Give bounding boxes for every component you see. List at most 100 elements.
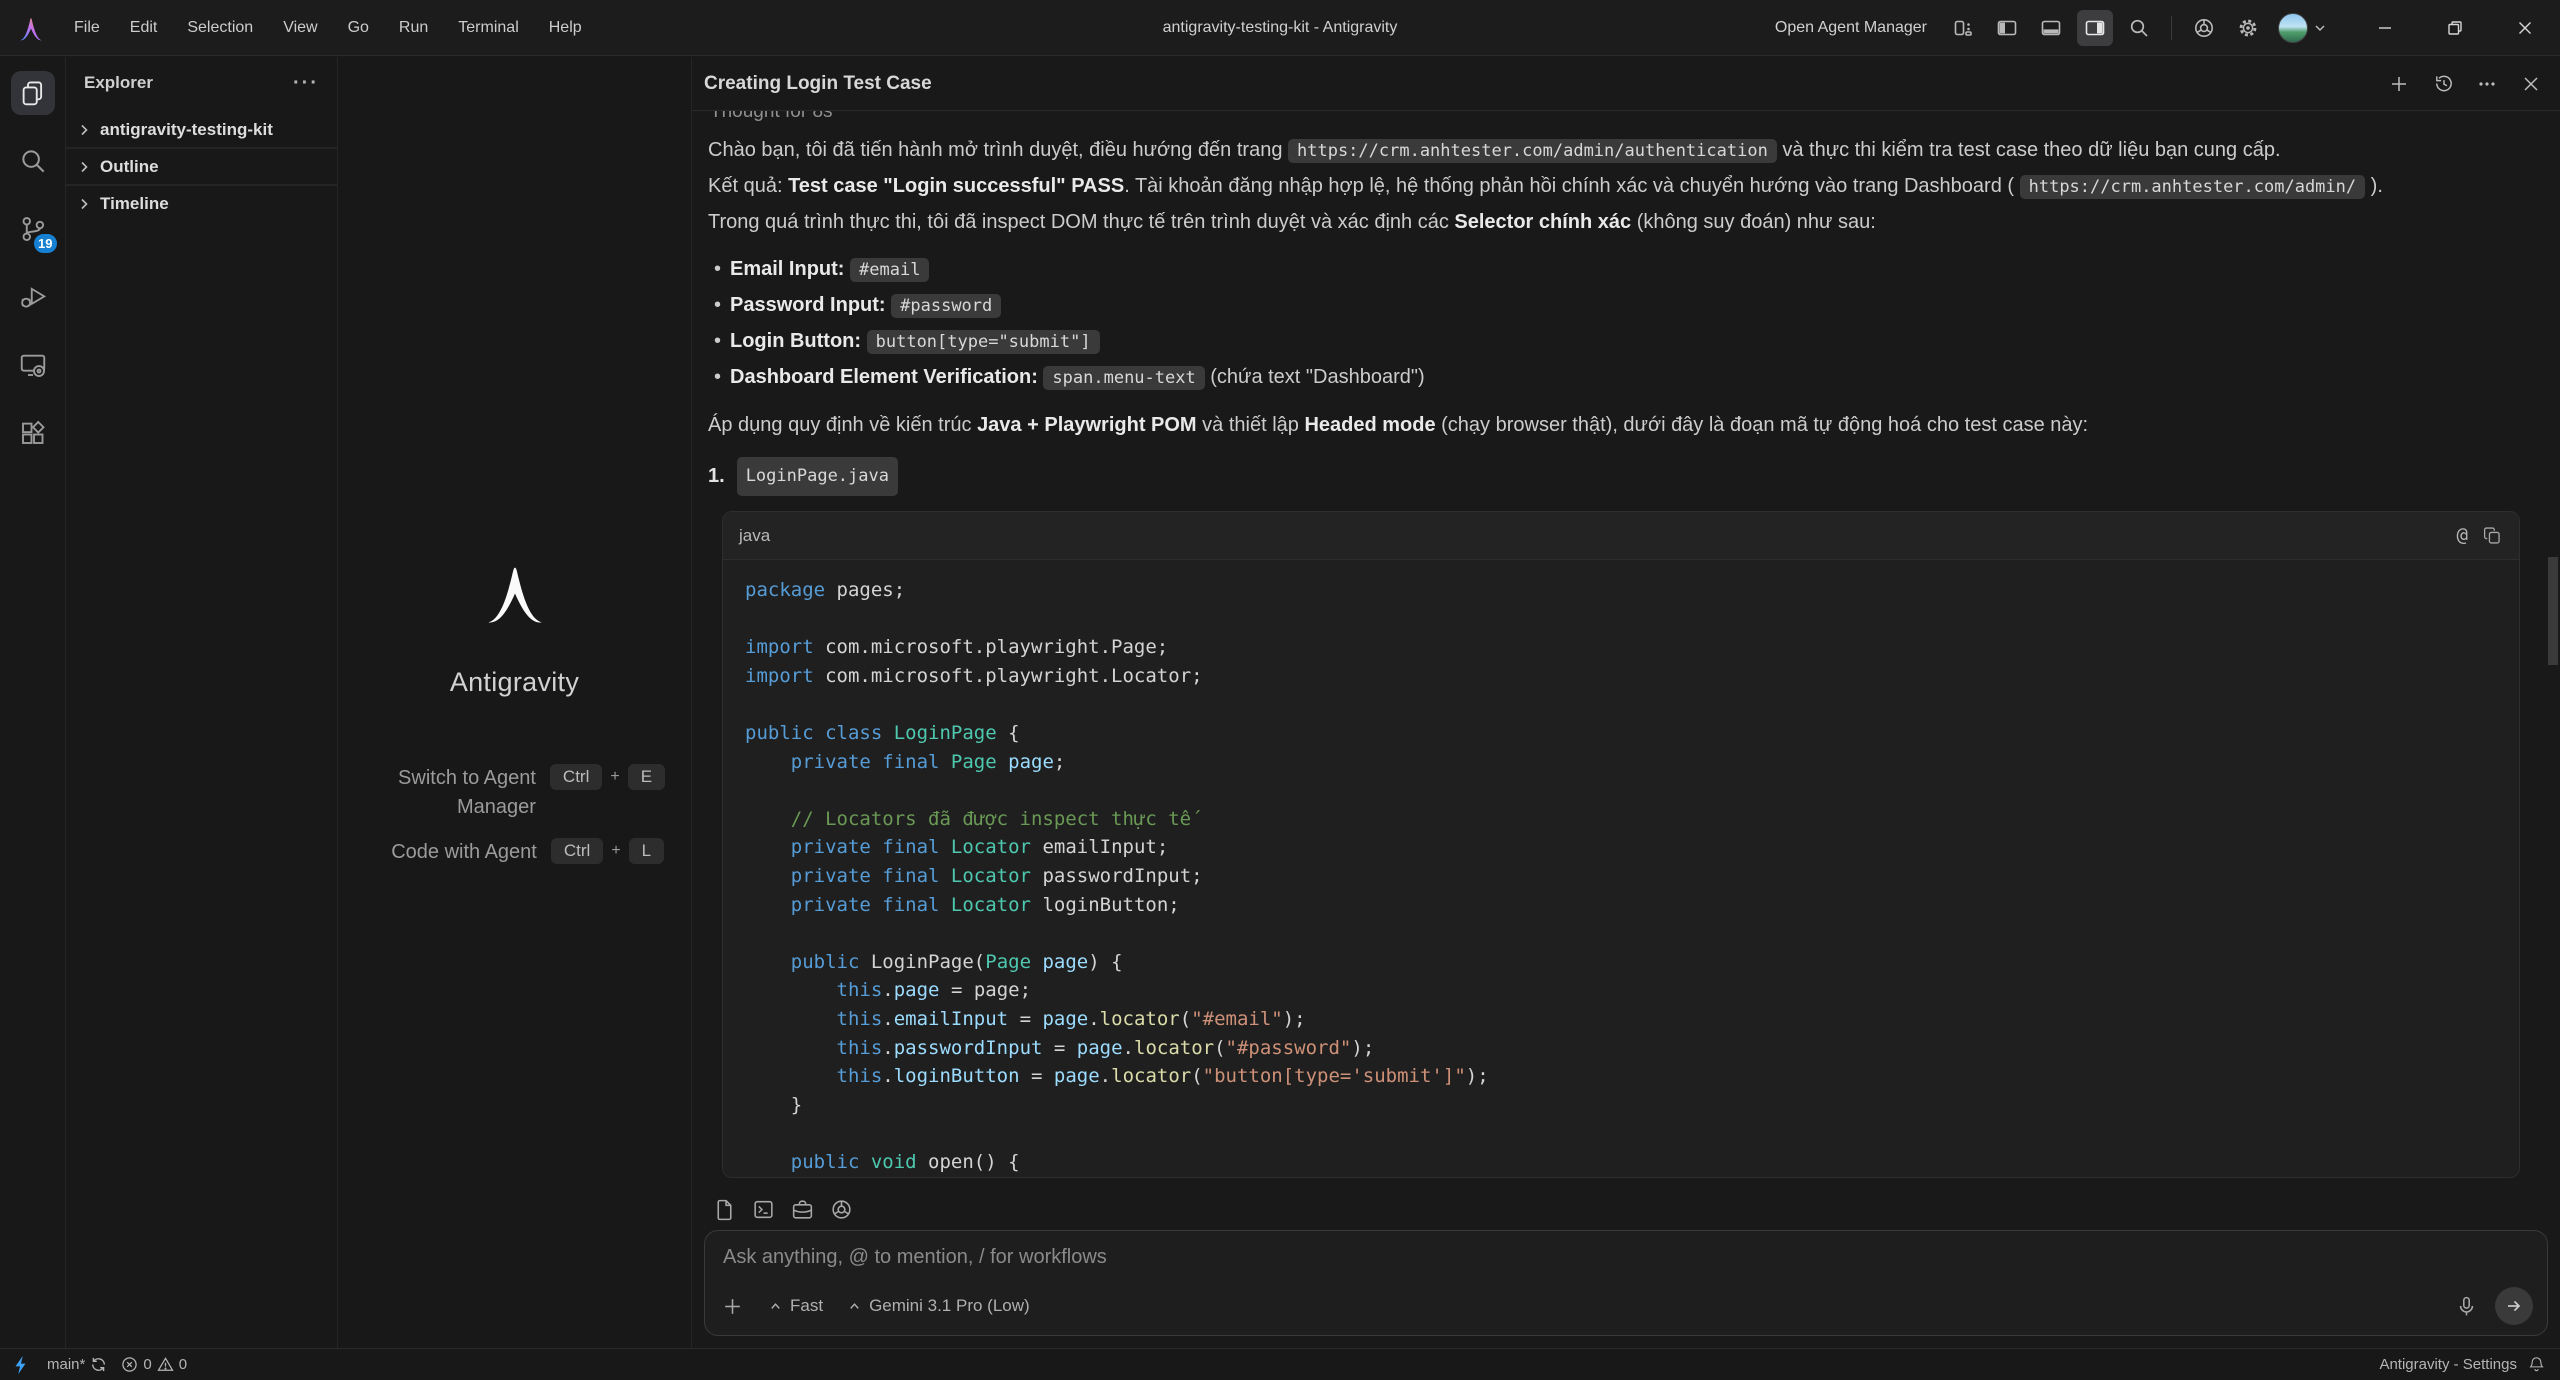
send-button[interactable] [2495,1287,2533,1325]
menu-view[interactable]: View [271,14,329,42]
sync-icon [90,1356,107,1373]
customize-layout-icon[interactable] [1945,10,1981,46]
thought-summary[interactable]: Thought for 8s [708,111,2544,125]
error-icon [121,1356,138,1373]
menu-edit[interactable]: Edit [118,14,170,42]
assistant-paragraph: Trong quá trình thực thi, tôi đã inspect… [708,205,2544,240]
toolbox-context-icon[interactable] [790,1197,815,1222]
toggle-right-panel-icon[interactable] [2077,10,2113,46]
chevron-down-icon[interactable] [2312,20,2328,36]
app-window: File Edit Selection View Go Run Terminal… [0,0,2560,1380]
browser-icon[interactable] [2186,10,2222,46]
restore-button[interactable] [2420,0,2490,56]
key-l: L [629,838,664,864]
conversation-title: Creating Login Test Case [704,73,932,95]
antigravity-logo-icon [16,13,46,43]
close-window-button[interactable] [2490,0,2560,56]
search-sidebar-icon[interactable] [11,139,55,183]
menu-run[interactable]: Run [387,14,440,42]
list-item: Dashboard Element Verification: span.men… [708,360,2544,396]
mode-label: Fast [790,1296,823,1316]
error-count: 0 [143,1356,151,1373]
settings-gear-icon[interactable] [2230,10,2266,46]
sidebar-section-timeline[interactable]: Timeline [66,185,337,222]
add-attachment-icon[interactable] [721,1295,744,1318]
microphone-icon[interactable] [2454,1294,2479,1319]
warning-count: 0 [179,1356,187,1373]
editor-watermark: Antigravity Switch to Agent Manager Ctrl… [338,555,691,867]
menu-terminal[interactable]: Terminal [446,14,530,42]
open-agent-manager-button[interactable]: Open Agent Manager [1765,15,1937,41]
chevron-right-icon [76,196,92,212]
avatar[interactable] [2278,13,2308,43]
agent-input-area: Ask anything, @ to mention, / for workfl… [692,1195,2560,1348]
assistant-paragraph: Áp dụng quy định về kiến trúc Java + Pla… [708,408,2544,443]
sidebar-more-icon[interactable]: ··· [293,78,319,88]
model-label: Gemini 3.1 Pro (Low) [869,1296,1030,1316]
assistant-paragraph: Kết quả: Test case "Login successful" PA… [708,169,2544,205]
close-panel-icon[interactable] [2516,69,2546,99]
new-conversation-icon[interactable] [2384,69,2414,99]
account-menu[interactable] [2278,13,2328,43]
section-label: antigravity-testing-kit [100,120,273,140]
more-options-icon[interactable] [2472,69,2502,99]
code-block: java @ package pages; import com.micr [722,511,2520,1178]
settings-status-label[interactable]: Antigravity - Settings [2379,1356,2517,1373]
status-bar: main* 0 0 Antigravity - Settings [0,1348,2560,1380]
chevron-up-icon [768,1299,783,1314]
toggle-bottom-panel-icon[interactable] [2033,10,2069,46]
browser-context-icon[interactable] [829,1197,854,1222]
explorer-sidebar: Explorer ··· antigravity-testing-kit Out… [66,57,338,1348]
notifications-bell-icon[interactable] [2527,1355,2546,1374]
chat-input-placeholder[interactable]: Ask anything, @ to mention, / for workfl… [705,1231,2547,1269]
branch-label: main* [47,1356,85,1373]
key-e: E [628,764,665,790]
context-toolbar [692,1195,2560,1230]
problems-status[interactable]: 0 0 [114,1349,194,1380]
file-context-icon[interactable] [712,1197,737,1222]
app-name-label: Antigravity [450,667,579,698]
sidebar-title: Explorer [84,73,153,93]
shortcut-code-with-agent: Code with Agent Ctrl + L [364,838,665,867]
source-control-icon[interactable]: 19 [11,207,55,251]
chevron-right-icon [76,122,92,138]
key-separator: + [611,842,620,860]
menu-go[interactable]: Go [336,14,381,42]
section-label: Timeline [100,194,169,214]
sidebar-section-workspace[interactable]: antigravity-testing-kit [66,111,337,148]
explorer-icon[interactable] [11,71,55,115]
menu-selection[interactable]: Selection [175,14,265,42]
mode-selector[interactable]: Fast [768,1296,823,1316]
key-ctrl: Ctrl [550,764,602,790]
remote-explorer-icon[interactable] [11,343,55,387]
search-icon[interactable] [2121,10,2157,46]
agent-panel: Creating Login Test Case [692,57,2560,1348]
copy-icon[interactable] [2482,525,2503,546]
activity-bar: 19 [0,57,66,1348]
menu-help[interactable]: Help [537,14,594,42]
sidebar-section-outline[interactable]: Outline [66,148,337,185]
scrollbar-thumb[interactable] [2548,557,2558,665]
code-content[interactable]: package pages; import com.microsoft.play… [723,560,2519,1177]
git-branch-status[interactable]: main* [40,1349,114,1380]
model-selector[interactable]: Gemini 3.1 Pro (Low) [847,1296,1030,1316]
history-icon[interactable] [2428,69,2458,99]
file-chip[interactable]: LoginPage.java [737,457,898,496]
step-number: 1. [708,459,725,494]
list-item: Email Input: #email [708,252,2544,288]
warning-icon [157,1356,174,1373]
run-debug-icon[interactable] [11,275,55,319]
extensions-icon[interactable] [11,411,55,455]
menu-file[interactable]: File [62,14,112,42]
toggle-left-panel-icon[interactable] [1989,10,2025,46]
terminal-context-icon[interactable] [751,1197,776,1222]
chat-input-box[interactable]: Ask anything, @ to mention, / for workfl… [704,1230,2548,1336]
minimize-button[interactable] [2350,0,2420,56]
step-item: 1. LoginPage.java [708,457,2544,496]
remote-indicator-icon[interactable] [0,1349,40,1380]
chevron-right-icon [76,159,92,175]
mention-icon[interactable]: @ [2457,518,2468,553]
window-title: antigravity-testing-kit - Antigravity [1163,19,1398,37]
send-arrow-icon [2503,1295,2525,1317]
window-controls [2350,0,2560,56]
